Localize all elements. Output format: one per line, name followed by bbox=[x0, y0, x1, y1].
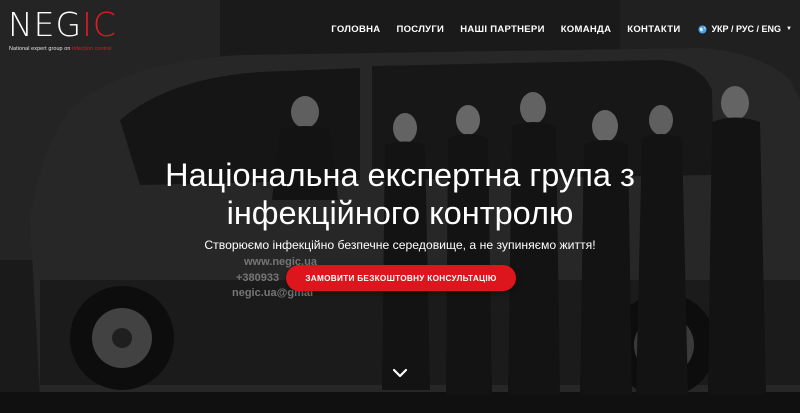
hero-title-line-2: інфекційного контролю bbox=[226, 195, 574, 231]
hero-title: Національна експертна група з інфекційно… bbox=[100, 156, 700, 232]
logo-text-accent: IC bbox=[82, 5, 117, 44]
logo-wordmark: NEGIC bbox=[8, 8, 117, 41]
language-switcher[interactable]: УКР / РУС / ENG ▼ bbox=[698, 24, 792, 34]
nav-item-partners[interactable]: НАШІ ПАРТНЕРИ bbox=[460, 24, 545, 35]
logo-tagline-accent: infection control bbox=[72, 46, 112, 52]
site-logo[interactable]: NEGIC National expert group on infection… bbox=[8, 8, 138, 52]
nav-item-home[interactable]: ГОЛОВНА bbox=[331, 24, 380, 35]
nav-item-contacts[interactable]: КОНТАКТИ bbox=[627, 24, 680, 35]
hero-subtitle: Створюємо інфекційно безпечне середовище… bbox=[204, 238, 596, 252]
hero-section: www.negic.ua +380933 negic.ua@gmai NEGIC… bbox=[0, 0, 800, 413]
language-label: УКР / РУС / ENG bbox=[711, 24, 782, 34]
logo-tagline-main: National expert group on bbox=[9, 46, 73, 52]
nav-item-services[interactable]: ПОСЛУГИ bbox=[396, 24, 444, 35]
hero-title-line-1: Національна експертна група з bbox=[165, 157, 635, 193]
caret-down-icon: ▼ bbox=[786, 26, 792, 32]
logo-tagline: National expert group on infection contr… bbox=[9, 46, 112, 52]
main-navigation: ГОЛОВНА ПОСЛУГИ НАШІ ПАРТНЕРИ КОМАНДА КО… bbox=[331, 22, 792, 36]
globe-icon bbox=[698, 24, 708, 34]
free-consultation-button[interactable]: ЗАМОВИТИ БЕЗКОШТОВНУ КОНСУЛЬТАЦІЮ bbox=[286, 265, 516, 291]
chevron-down-icon[interactable] bbox=[392, 366, 408, 380]
logo-text-main: NEG bbox=[8, 5, 83, 44]
nav-item-team[interactable]: КОМАНДА bbox=[561, 24, 612, 35]
